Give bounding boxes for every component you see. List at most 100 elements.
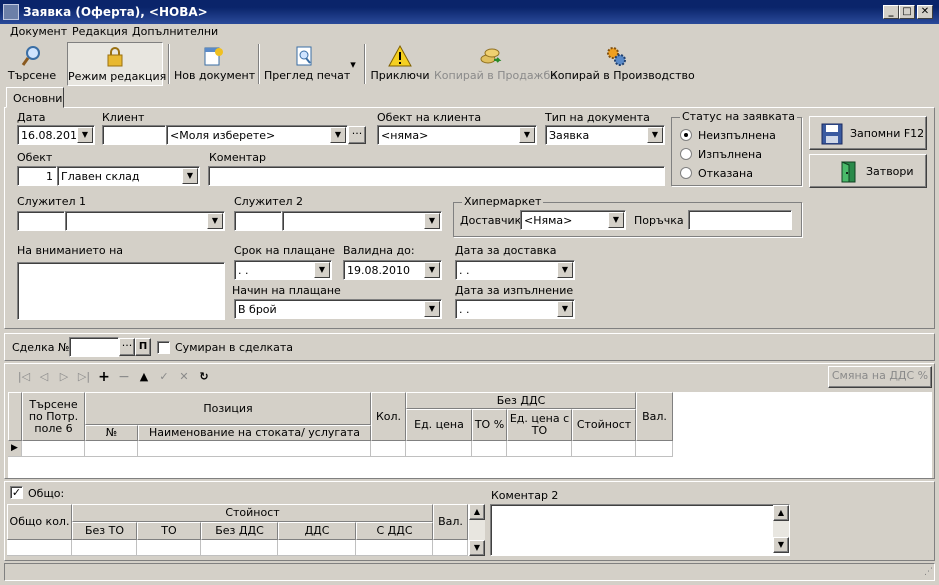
chevron-down-icon[interactable]: ▼ (557, 262, 573, 278)
print-preview-dropdown[interactable]: ▾ (346, 58, 360, 102)
chevron-down-icon[interactable]: ▼ (207, 213, 223, 229)
object-code-field[interactable]: 1 (17, 166, 57, 186)
valid-to-field[interactable]: 19.08.2010 ▼ (343, 260, 442, 280)
object-select[interactable]: Главен склад ▼ (57, 166, 200, 186)
col-to-percent[interactable]: ТО % (472, 409, 507, 441)
employee1-code-field[interactable] (17, 211, 65, 231)
client-code-field[interactable] (102, 125, 166, 145)
resize-grip-icon[interactable]: ⋰ (924, 567, 933, 577)
client-select[interactable]: <Моля изберете> ▼ (166, 125, 348, 145)
scroll-up-icon[interactable]: ▲ (773, 505, 789, 521)
col-unit-price[interactable]: Ед. цена (406, 409, 472, 441)
table-row-cell[interactable] (85, 441, 138, 457)
table-row-cell[interactable] (22, 441, 85, 457)
print-preview-button[interactable]: Преглед печат (264, 42, 350, 86)
delivery-date-field[interactable]: . . ▼ (455, 260, 575, 280)
table-row-cell[interactable] (406, 441, 472, 457)
chevron-down-icon[interactable]: ▼ (424, 301, 440, 317)
last-record-icon[interactable]: ▷| (75, 368, 93, 386)
table-row-cell[interactable] (636, 441, 673, 457)
col-currency[interactable]: Вал. (636, 392, 673, 441)
col-with-vat[interactable]: С ДДС (356, 522, 433, 540)
date-field[interactable]: 16.08.2010 ▼ (17, 125, 95, 145)
delete-record-icon[interactable]: − (115, 368, 133, 386)
refresh-icon[interactable]: ↻ (195, 368, 213, 386)
payment-method-select[interactable]: В брой ▼ (234, 299, 442, 319)
tab-main[interactable]: Основни (6, 87, 64, 108)
order-field[interactable] (688, 210, 792, 230)
close-window-button[interactable]: ✕ (917, 5, 933, 19)
post-edit-icon[interactable]: ✓ (155, 368, 173, 386)
comment-field[interactable] (208, 166, 665, 186)
chevron-down-icon[interactable]: ▼ (608, 212, 624, 228)
table-row-cell[interactable] (371, 441, 406, 457)
chevron-down-icon[interactable]: ▼ (330, 127, 346, 143)
execution-date-field[interactable]: . . ▼ (455, 299, 575, 319)
table-row-cell[interactable] (472, 441, 507, 457)
minimize-button[interactable]: _ (883, 5, 899, 19)
chevron-down-icon[interactable]: ▼ (77, 127, 93, 143)
save-button[interactable]: Запомни F12 (809, 116, 927, 150)
prior-record-icon[interactable]: ◁ (35, 368, 53, 386)
employee2-code-field[interactable] (234, 211, 282, 231)
maximize-button[interactable]: □ (899, 5, 915, 19)
supplier-select[interactable]: <Няма> ▼ (520, 210, 626, 230)
col-item-name[interactable]: Наименование на стоката/ услугата (138, 425, 371, 441)
copy-to-production-button[interactable]: Копирай в Производство (550, 42, 695, 86)
menu-document[interactable]: Документ (10, 25, 67, 38)
deal-browse-button[interactable]: ··· (119, 338, 135, 356)
total-checkbox[interactable]: ✓ (10, 486, 23, 499)
chevron-down-icon[interactable]: ▼ (424, 262, 440, 278)
attention-field[interactable] (17, 262, 225, 320)
employee1-select[interactable]: ▼ (65, 211, 225, 231)
table-row-cell[interactable] (138, 441, 371, 457)
scroll-down-icon[interactable]: ▼ (469, 540, 485, 556)
doc-type-select[interactable]: Заявка ▼ (545, 125, 665, 145)
status-radio-fulfilled[interactable] (680, 148, 692, 160)
comment2-scrollbar[interactable]: ▲ ▼ (773, 505, 789, 553)
chevron-down-icon[interactable]: ▼ (519, 127, 535, 143)
insert-record-icon[interactable]: + (95, 368, 113, 386)
comment2-field[interactable]: ▲ ▼ (490, 504, 790, 556)
new-document-button[interactable]: Нов документ (174, 42, 255, 86)
col-no-to[interactable]: Без ТО (72, 522, 137, 540)
chevron-down-icon[interactable]: ▼ (647, 127, 663, 143)
table-row-cell[interactable] (572, 441, 636, 457)
col-total-currency[interactable]: Вал. (433, 504, 468, 540)
next-record-icon[interactable]: ▷ (55, 368, 73, 386)
client-browse-button[interactable]: ··· (348, 126, 366, 144)
first-record-icon[interactable]: |◁ (15, 368, 33, 386)
status-radio-unfulfilled[interactable] (680, 129, 692, 141)
payment-term-field[interactable]: . . ▼ (234, 260, 332, 280)
title-bar[interactable]: Заявка (Оферта), <НОВА> _ □ ✕ (0, 0, 939, 24)
employee2-select[interactable]: ▼ (282, 211, 442, 231)
scroll-up-icon[interactable]: ▲ (469, 504, 485, 520)
deal-p-button[interactable]: П (135, 338, 151, 356)
edit-record-icon[interactable]: ▲ (135, 368, 153, 386)
totals-scrollbar[interactable]: ▲ ▼ (469, 504, 485, 556)
change-vat-button[interactable]: Смяна на ДДС % (828, 366, 932, 388)
chevron-down-icon[interactable]: ▼ (557, 301, 573, 317)
search-button[interactable]: Търсене (6, 42, 58, 86)
chevron-down-icon[interactable]: ▼ (314, 262, 330, 278)
scroll-down-icon[interactable]: ▼ (773, 537, 789, 553)
col-unit-price-to[interactable]: Ед. цена с ТО (507, 409, 572, 441)
client-object-select[interactable]: <няма> ▼ (377, 125, 537, 145)
col-number[interactable]: № (85, 425, 138, 441)
finish-button[interactable]: Приключи (370, 42, 430, 86)
status-radio-rejected[interactable] (680, 167, 692, 179)
chevron-down-icon[interactable]: ▼ (424, 213, 440, 229)
menu-additional[interactable]: Допълнителни (132, 25, 218, 38)
col-vat[interactable]: ДДС (278, 522, 356, 540)
deal-number-field[interactable] (69, 337, 119, 357)
copy-to-sales-button[interactable]: Копирай в Продажба (434, 42, 557, 86)
close-button[interactable]: Затвори (809, 154, 927, 188)
col-search-field[interactable]: Търсене по Потр. поле 6 (22, 392, 85, 441)
col-to[interactable]: ТО (137, 522, 201, 540)
chevron-down-icon[interactable]: ▼ (182, 168, 198, 184)
summed-in-deal-checkbox[interactable] (157, 341, 170, 354)
edit-mode-button[interactable]: Режим редакция (67, 42, 166, 86)
table-row-cell[interactable] (507, 441, 572, 457)
col-no-vat[interactable]: Без ДДС (201, 522, 278, 540)
col-quantity[interactable]: Кол. (371, 392, 406, 441)
